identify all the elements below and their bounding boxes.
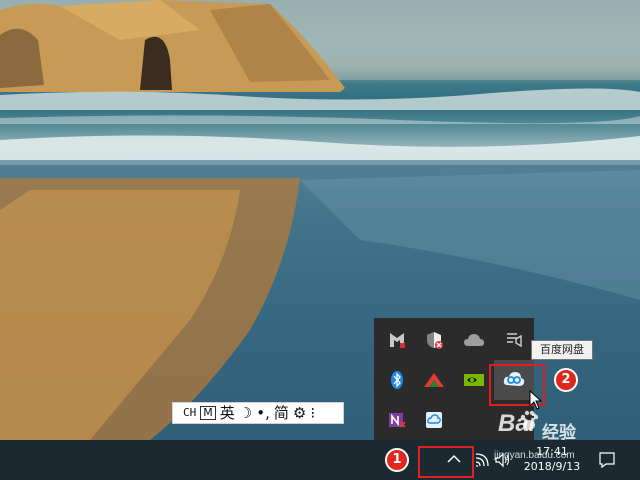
step-2-badge: 2 xyxy=(554,368,578,392)
network-icon[interactable] xyxy=(474,452,490,468)
netdisk-tooltip: 百度网盘 xyxy=(531,340,593,360)
ime-language-bar[interactable]: CH M 英 ☽ •, 简 ⚙ ⁝ xyxy=(172,402,344,424)
onedrive-icon[interactable] xyxy=(454,320,494,360)
clock-date: 2018/9/13 xyxy=(523,460,581,473)
ime-width-toggle[interactable]: ☽ xyxy=(239,403,252,423)
ime-mode-toggle[interactable]: CH xyxy=(183,403,196,423)
ime-more-icon[interactable]: ⁝ xyxy=(310,403,315,423)
ime-language-toggle[interactable]: 英 xyxy=(220,403,235,423)
chevron-highlight-box xyxy=(418,446,474,478)
volume-icon[interactable] xyxy=(494,452,512,468)
red-app-icon[interactable] xyxy=(414,360,454,400)
onenote-icon[interactable] xyxy=(377,400,417,440)
ime-settings-icon[interactable]: ⚙ xyxy=(293,403,306,423)
step-1-badge: 1 xyxy=(385,448,409,472)
ime-script-toggle[interactable]: 简 xyxy=(274,403,289,423)
security-alert-icon[interactable] xyxy=(414,320,454,360)
clock-time: 17:41 xyxy=(536,445,568,458)
mouse-cursor-icon xyxy=(529,390,543,410)
taskbar-clock[interactable]: 17:41 2018/9/13 xyxy=(516,444,588,476)
cloud-sync-icon[interactable] xyxy=(414,400,454,440)
mcafee-icon[interactable] xyxy=(377,320,417,360)
nvidia-icon[interactable] xyxy=(454,360,494,400)
ime-m-button[interactable]: M xyxy=(200,406,216,420)
display-settings-icon[interactable] xyxy=(494,320,534,360)
action-center-icon[interactable] xyxy=(598,451,616,469)
bluetooth-icon[interactable] xyxy=(377,360,417,400)
ime-punctuation-toggle[interactable]: •, xyxy=(256,403,270,423)
